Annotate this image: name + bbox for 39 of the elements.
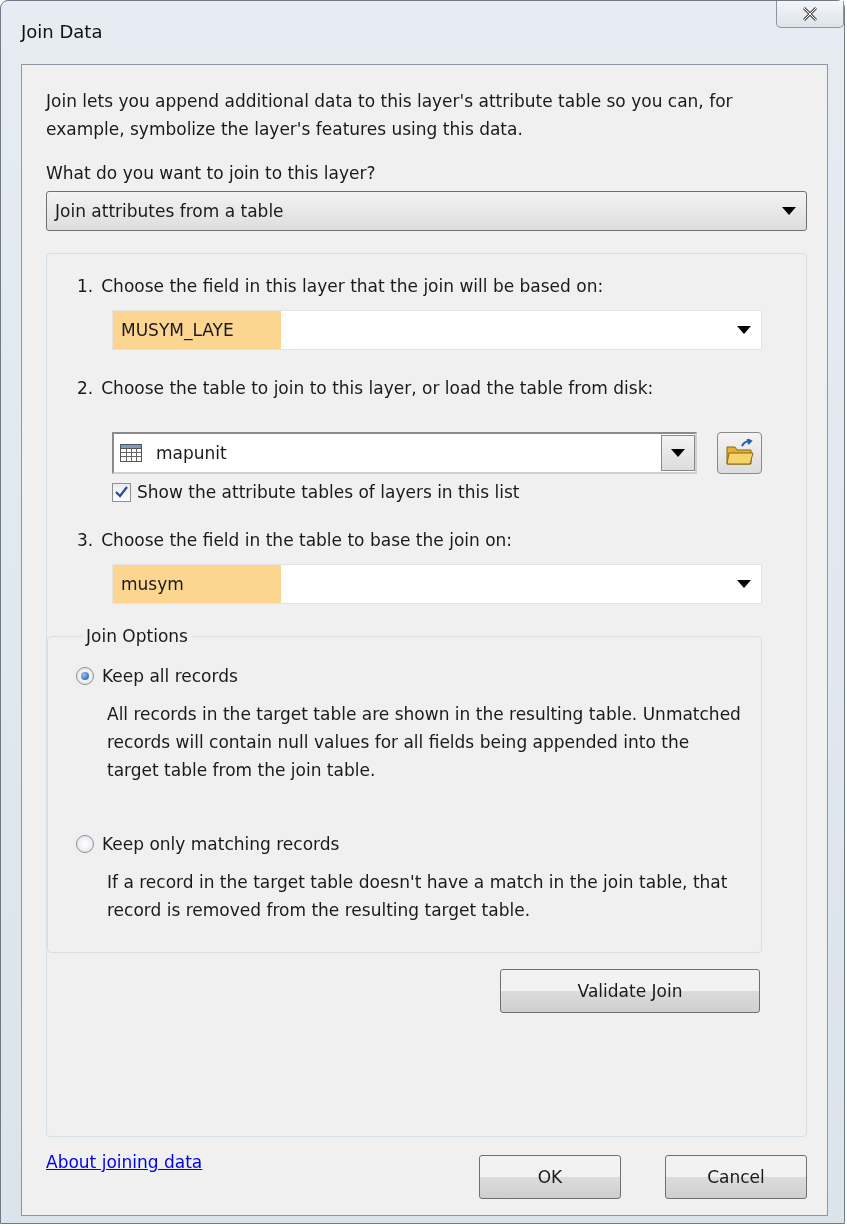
radio-button[interactable] bbox=[76, 667, 94, 685]
dropdown-arrow-icon bbox=[737, 580, 751, 588]
step-number: 2. bbox=[77, 378, 94, 398]
validate-join-button[interactable]: Validate Join bbox=[500, 969, 760, 1013]
step-label: Choose the table to join to this layer, or load the table from disk: bbox=[101, 378, 654, 398]
open-folder-button[interactable] bbox=[717, 432, 762, 474]
step-label: Choose the field in the table to base the join on: bbox=[101, 530, 513, 550]
dropdown-arrow-icon bbox=[782, 207, 796, 215]
radio-label: Keep only matching records bbox=[102, 834, 340, 854]
dropdown-arrow-icon bbox=[737, 326, 751, 334]
selected-field-value: musym bbox=[113, 565, 281, 603]
field-dropdown[interactable]: musym bbox=[112, 564, 762, 604]
step-number: 3. bbox=[77, 530, 94, 550]
table-icon bbox=[120, 444, 142, 462]
help-link[interactable]: About joining data bbox=[46, 1152, 203, 1172]
field-dropdown[interactable]: MUSYM_LAYE bbox=[112, 310, 762, 350]
cancel-button[interactable]: Cancel bbox=[665, 1155, 807, 1199]
option-description: All records in the target table are shown in the resulting table. Unmatched records will contain null values for all fields being appended into the target table from the join table. bbox=[107, 703, 741, 782]
dropdown-arrow-icon bbox=[671, 449, 685, 457]
checkbox[interactable] bbox=[112, 482, 131, 502]
intro-text: Join lets you append additional data to this layer's attribute table so you can, for example, symbolize the layer's features using this data. bbox=[46, 90, 734, 141]
radio-button[interactable] bbox=[76, 835, 94, 853]
window-title: Join Data bbox=[21, 21, 103, 42]
ok-button[interactable]: OK bbox=[479, 1155, 621, 1199]
dropdown-button[interactable] bbox=[661, 435, 695, 471]
step-label: Choose the field in this layer that the join will be based on: bbox=[101, 276, 604, 296]
join-type-dropdown[interactable]: Join attributes from a table bbox=[46, 191, 807, 231]
selected-field-value: MUSYM_LAYE bbox=[113, 311, 281, 349]
join-type-label: What do you want to join to this layer? bbox=[46, 163, 377, 183]
step-number: 1. bbox=[77, 276, 94, 296]
checkbox-label: Show the attribute tables of layers in this list bbox=[137, 482, 520, 502]
option-description: If a record in the target table doesn't have a match in the join table, that record is removed from the resulting target table. bbox=[107, 871, 729, 922]
group-title: Join Options bbox=[84, 626, 189, 646]
folder-icon bbox=[724, 439, 755, 467]
close-button[interactable] bbox=[776, 1, 844, 28]
close-icon bbox=[801, 7, 819, 21]
table-value: mapunit bbox=[156, 443, 227, 463]
radio-label: Keep all records bbox=[102, 666, 238, 686]
table-dropdown[interactable]: mapunit bbox=[112, 432, 697, 474]
